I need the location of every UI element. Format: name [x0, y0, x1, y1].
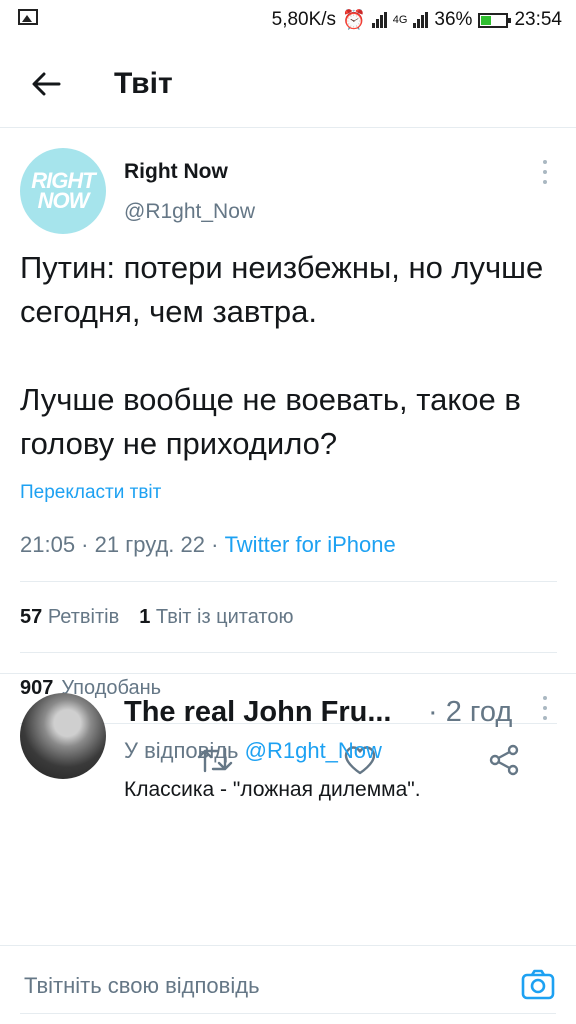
- quotes-label: Твіт із цитатою: [155, 606, 294, 628]
- battery-percent: 36%: [434, 9, 473, 30]
- section-divider: [0, 673, 576, 674]
- reply-author-name[interactable]: The real John Fru...: [124, 696, 392, 729]
- translate-tweet-link[interactable]: Перекласти твіт: [20, 482, 161, 504]
- quotes-count: 1: [139, 606, 151, 628]
- clock: 23:54: [514, 9, 562, 30]
- page-title: Твіт: [114, 66, 173, 100]
- replying-to: У відповідь @R1ght_Now: [124, 738, 382, 764]
- author-avatar[interactable]: RIGHT NOW: [20, 148, 106, 234]
- signal-icon: [371, 12, 387, 28]
- reply-author-avatar[interactable]: [20, 693, 106, 779]
- replying-to-label: У відповідь: [124, 738, 245, 763]
- tweet-paragraph-2: Лучше вообще не воевать, такое в голову …: [20, 382, 521, 461]
- share-button[interactable]: [484, 740, 524, 780]
- reply-more-options-button[interactable]: [540, 696, 550, 720]
- reply-compose-bar: Твітніть свою відповідь: [0, 945, 576, 1024]
- reply-text: Классика - "ложная дилемма".: [124, 778, 421, 801]
- right-now-logo: RIGHT NOW: [31, 168, 95, 213]
- retweets-stat[interactable]: 57 Ретвітів: [20, 606, 119, 629]
- author-handle[interactable]: @R1ght_Now: [124, 200, 255, 224]
- tweet-paragraph-1: Путин: потери неизбежны, но лучше сегодн…: [20, 250, 544, 329]
- more-options-button[interactable]: [540, 160, 550, 184]
- back-button[interactable]: [26, 64, 66, 104]
- tweet-metadata: 21:05 · 21 груд. 22 · Twitter for iPhone: [20, 532, 396, 558]
- share-icon: [489, 744, 519, 776]
- signal-icon-2: [413, 12, 429, 28]
- retweets-count: 57: [20, 606, 43, 628]
- network-speed: 5,80K/s: [271, 9, 337, 30]
- more-icon: [543, 160, 547, 184]
- camera-icon: [521, 969, 555, 1000]
- back-arrow-icon: [32, 72, 61, 95]
- retweets-label: Ретвітів: [47, 606, 120, 628]
- camera-button[interactable]: [520, 966, 556, 1002]
- quotes-stat[interactable]: 1 Твіт із цитатою: [139, 606, 293, 629]
- alarm-icon: ⏰: [342, 10, 366, 31]
- top-app-bar: Твіт: [0, 40, 576, 128]
- reply-time: · 2 год: [428, 696, 513, 728]
- reply-input[interactable]: Твітніть свою відповідь: [20, 958, 556, 1014]
- divider: [20, 581, 557, 582]
- more-icon: [543, 696, 547, 720]
- status-bar: 5,80K/s ⏰ 4G 36% 23:54: [0, 0, 576, 40]
- replying-to-handle[interactable]: @R1ght_Now: [245, 738, 382, 763]
- network-type: 4G: [392, 14, 408, 26]
- battery-icon: [478, 12, 512, 28]
- image-notification-icon: [18, 9, 38, 25]
- retweet-stats: 57 Ретвітів 1 Твіт із цитатою: [20, 606, 294, 629]
- divider: [20, 652, 557, 653]
- tweet-source-link[interactable]: Twitter for iPhone: [225, 532, 396, 557]
- author-name[interactable]: Right Now: [124, 160, 228, 184]
- tweet-timestamp: 21:05 · 21 груд. 22 ·: [20, 532, 225, 557]
- tweet-text: Путин: потери неизбежны, но лучше сегодн…: [20, 246, 560, 466]
